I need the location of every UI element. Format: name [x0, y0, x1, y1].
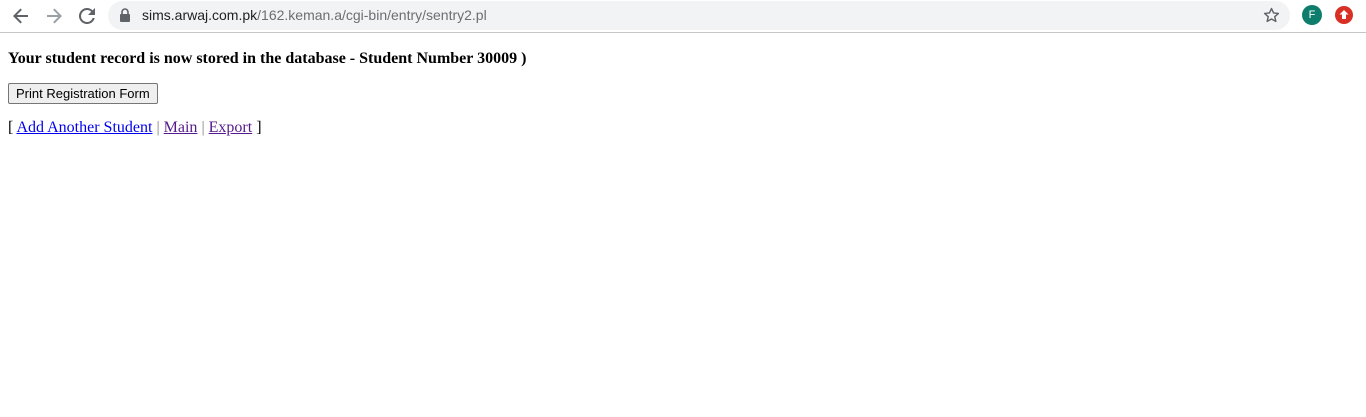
forward-button[interactable] [41, 3, 67, 29]
back-arrow-icon [13, 8, 28, 24]
address-bar[interactable]: sims.arwaj.com.pk/162.keman.a/cgi-bin/en… [108, 1, 1290, 30]
lock-icon [120, 8, 130, 22]
add-another-student-link[interactable]: Add Another Student [16, 119, 152, 136]
extension-icon[interactable] [1334, 5, 1354, 25]
bracket-open: [ [8, 119, 14, 136]
url-text: sims.arwaj.com.pk/162.keman.a/cgi-bin/en… [142, 1, 487, 30]
back-button[interactable] [8, 3, 34, 29]
confirmation-message: Your student record is now stored in the… [8, 50, 527, 67]
action-links: [ Add Another Student | Main | Export ] [8, 118, 1358, 138]
export-link[interactable]: Export [209, 119, 253, 136]
bookmark-star-icon[interactable] [1262, 6, 1281, 25]
main-link[interactable]: Main [164, 119, 198, 136]
url-host: sims.arwaj.com.pk [142, 7, 258, 23]
browser-toolbar: sims.arwaj.com.pk/162.keman.a/cgi-bin/en… [0, 0, 1366, 33]
url-path: /162.keman.a/cgi-bin/entry/sentry2.pl [257, 7, 487, 23]
bracket-close: ] [256, 119, 262, 136]
page-content: Your student record is now stored in the… [8, 34, 1358, 138]
profile-avatar[interactable]: F [1302, 5, 1322, 25]
link-separator: | [156, 119, 160, 136]
link-separator: | [201, 119, 205, 136]
print-registration-form-button[interactable]: Print Registration Form [8, 83, 158, 104]
reload-icon [79, 8, 95, 24]
forward-arrow-icon [47, 8, 62, 24]
reload-button[interactable] [74, 3, 100, 29]
